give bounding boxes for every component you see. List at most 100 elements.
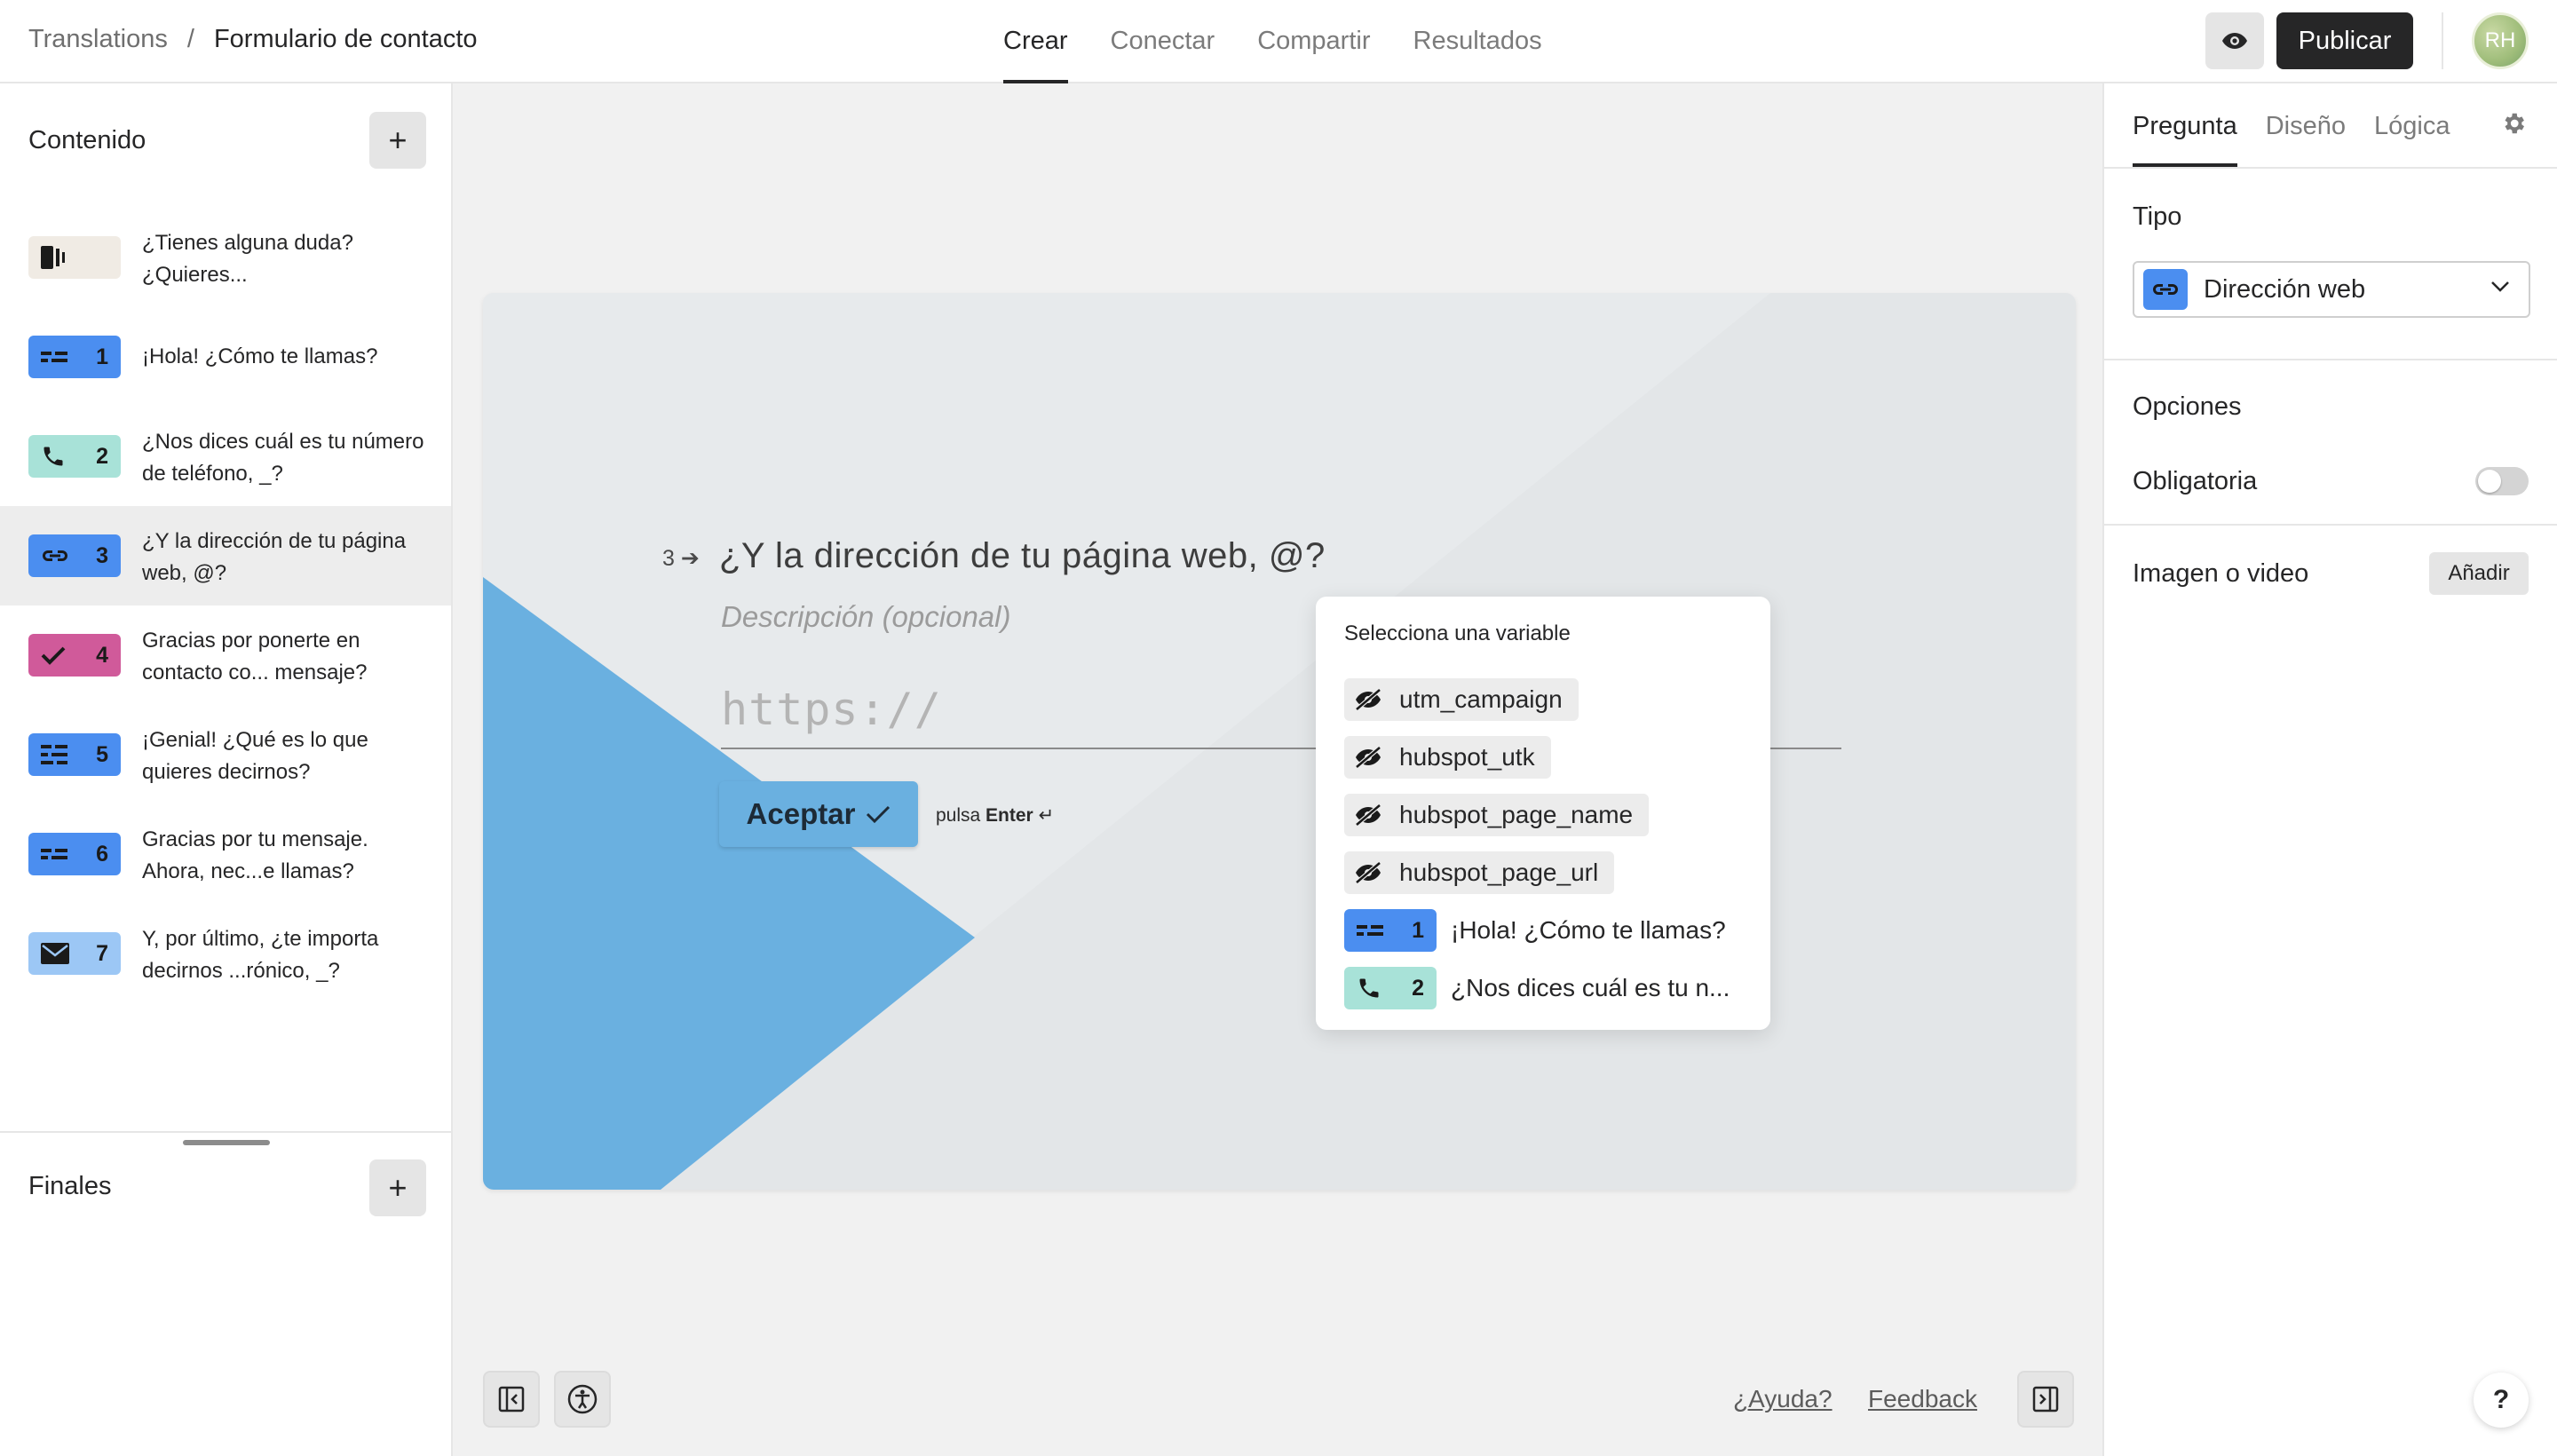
question-number: 2 — [1412, 975, 1424, 1001]
tab-resultados[interactable]: Resultados — [1413, 0, 1542, 83]
hidden-field-name: hubspot_page_name — [1399, 801, 1634, 828]
enter-key-icon: ↵ — [1038, 805, 1055, 826]
list-item[interactable]: 1 ¡Hola! ¿Cómo te llamas? — [0, 307, 451, 407]
short-text-icon — [41, 352, 67, 362]
email-icon — [41, 943, 69, 964]
add-ending-button[interactable]: + — [369, 1159, 426, 1216]
list-item-text: Gracias por tu mensaje. Ahora, nec...e l… — [142, 827, 368, 883]
tab-conectar[interactable]: Conectar — [1111, 0, 1215, 83]
hidden-field-option[interactable]: utm_campaign — [1344, 678, 1579, 721]
list-item[interactable]: 5 ¡Genial! ¿Qué es lo que quieres decirn… — [0, 705, 451, 804]
list-item-text: ¡Genial! ¿Qué es lo que quieres decirnos… — [142, 728, 368, 784]
hidden-field-option[interactable]: hubspot_page_name — [1344, 794, 1650, 836]
collapse-left-panel-icon — [498, 1386, 525, 1412]
resize-handle[interactable] — [183, 1140, 270, 1145]
question-variable-text: ¿Nos dices cuál es tu n... — [1451, 974, 1730, 1001]
preview-button[interactable] — [2205, 12, 2264, 69]
question-description[interactable]: Descripción (opcional) — [721, 600, 1010, 634]
question-number: 5 — [96, 741, 108, 767]
breadcrumb-workspace-link[interactable]: Translations — [28, 25, 168, 54]
welcome-screen-icon — [41, 246, 65, 269]
plus-icon: + — [388, 122, 408, 158]
list-item-text: Y, por último, ¿te importa decirnos ...r… — [142, 927, 379, 983]
welcome-screen-badge — [28, 236, 121, 279]
tab-pregunta[interactable]: Pregunta — [2133, 83, 2237, 167]
question-title[interactable]: ¿Y la dirección de tu página web, @? — [719, 536, 1326, 576]
toggle-left-panel-button[interactable] — [483, 1371, 540, 1428]
question-badge: 6 — [28, 833, 121, 875]
help-button[interactable]: ? — [2474, 1373, 2529, 1428]
form-title[interactable]: Formulario de contacto — [214, 25, 478, 54]
variable-picker-title: Selecciona una variable — [1344, 621, 1571, 645]
question-badge: 2 — [1344, 967, 1437, 1009]
content-sidebar: Contenido + ¿Tienes alguna duda? ¿Quiere… — [0, 83, 453, 1456]
list-item-text: ¡Hola! ¿Cómo te llamas? — [142, 344, 378, 368]
eye-off-icon — [1355, 861, 1381, 884]
question-type-select[interactable]: Dirección web — [2133, 261, 2530, 318]
question-number: 2 — [96, 443, 108, 469]
link-icon — [2153, 284, 2178, 295]
accessibility-button[interactable] — [554, 1371, 611, 1428]
panel-divider — [2104, 167, 2557, 169]
accept-button[interactable]: Aceptar — [719, 781, 918, 847]
answer-placeholder: https:// — [721, 684, 942, 735]
question-settings-panel: Pregunta Diseño Lógica Tipo Dirección we… — [2102, 83, 2557, 1456]
variable-list: utm_campaign hubspot_utk hubspot_page_na… — [1344, 678, 1730, 1025]
add-media-button[interactable]: Añadir — [2429, 552, 2529, 595]
question-number: 4 — [96, 642, 108, 668]
eye-off-icon — [1355, 746, 1381, 769]
required-toggle[interactable] — [2475, 467, 2529, 495]
tab-crear[interactable]: Crear — [1003, 0, 1068, 83]
feedback-link[interactable]: Feedback — [1868, 1385, 1977, 1413]
main-tabs: Crear Conectar Compartir Resultados — [1003, 0, 1542, 83]
avatar[interactable]: RH — [2472, 12, 2529, 69]
settings-button[interactable] — [2500, 110, 2527, 141]
hidden-field-option[interactable]: hubspot_page_url — [1344, 851, 1615, 894]
long-text-icon — [41, 745, 67, 764]
tab-logica[interactable]: Lógica — [2374, 83, 2450, 167]
tab-diseno[interactable]: Diseño — [2266, 83, 2346, 167]
question-badge: 5 — [28, 733, 121, 776]
list-item[interactable]: 6 Gracias por tu mensaje. Ahora, nec...e… — [0, 804, 451, 904]
question-type-badge — [2143, 269, 2188, 310]
list-item[interactable]: ¿Tienes alguna duda? ¿Quieres... — [0, 208, 451, 307]
list-item[interactable]: 4 Gracias por ponerte en contacto co... … — [0, 605, 451, 705]
checkmark-icon — [41, 646, 66, 665]
question-list: ¿Tienes alguna duda? ¿Quieres... 1 ¡Hola… — [0, 208, 451, 1003]
type-label: Tipo — [2133, 202, 2182, 231]
question-badge: 3 — [28, 534, 121, 577]
list-item[interactable]: 7 Y, por último, ¿te importa decirnos ..… — [0, 904, 451, 1003]
list-item-selected[interactable]: 3 ¿Y la dirección de tu página web, @? — [0, 506, 451, 605]
sidebar-divider — [0, 1131, 451, 1133]
accessibility-icon — [567, 1384, 598, 1414]
help-link[interactable]: ¿Ayuda? — [1733, 1385, 1833, 1413]
required-label: Obligatoria — [2133, 467, 2258, 495]
add-content-button[interactable]: + — [369, 112, 426, 169]
eye-icon — [2222, 33, 2247, 49]
variable-picker-popup: Selecciona una variable utm_campaign hub… — [1316, 597, 1770, 1030]
question-badge: 1 — [28, 336, 121, 378]
panel-divider — [2104, 524, 2557, 526]
hidden-field-option[interactable]: hubspot_utk — [1344, 736, 1551, 779]
media-label: Imagen o video — [2133, 559, 2309, 588]
options-label: Opciones — [2133, 392, 2242, 421]
publish-button[interactable]: Publicar — [2276, 12, 2413, 69]
enter-hint: pulsa Enter ↵ — [936, 804, 1054, 827]
hidden-field-name: hubspot_utk — [1399, 743, 1535, 771]
list-item-text: ¿Nos dices cuál es tu número de teléfono… — [142, 430, 424, 486]
hidden-field-name: hubspot_page_url — [1399, 859, 1599, 886]
list-item-text: ¿Tienes alguna duda? ¿Quieres... — [142, 231, 353, 287]
enter-hint-key: Enter — [986, 805, 1033, 826]
collapse-right-panel-icon — [2032, 1386, 2059, 1412]
checkmark-icon — [867, 805, 891, 824]
tab-compartir[interactable]: Compartir — [1257, 0, 1370, 83]
gear-icon — [2505, 113, 2524, 134]
question-variable-option[interactable]: 1 ¡Hola! ¿Cómo te llamas? — [1344, 909, 1726, 952]
question-preview-canvas: 3 ➔ ¿Y la dirección de tu página web, @?… — [483, 293, 2076, 1190]
toggle-right-panel-button[interactable] — [2017, 1371, 2074, 1428]
list-item[interactable]: 2 ¿Nos dices cuál es tu número de teléfo… — [0, 407, 451, 506]
settings-tabs: Pregunta Diseño Lógica — [2133, 83, 2450, 167]
question-variable-text: ¡Hola! ¿Cómo te llamas? — [1451, 916, 1726, 944]
question-variable-option[interactable]: 2 ¿Nos dices cuál es tu n... — [1344, 967, 1730, 1009]
question-number: 1 — [96, 344, 108, 369]
